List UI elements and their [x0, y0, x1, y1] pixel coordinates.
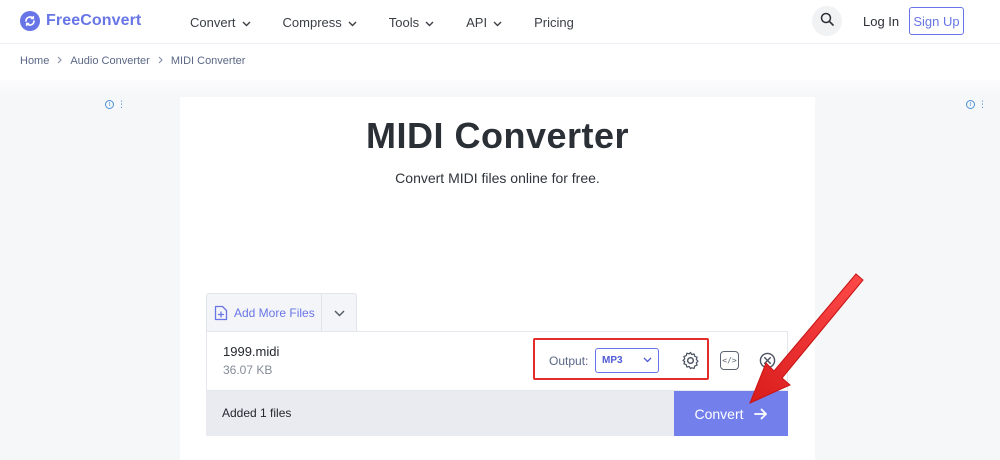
brand-logo[interactable]: FreeConvert [20, 11, 141, 31]
breadcrumb-home[interactable]: Home [20, 55, 49, 67]
nav-tools[interactable]: Tools [389, 15, 434, 30]
chevron-down-icon [242, 15, 251, 30]
logo-icon [20, 11, 40, 31]
main-nav: Convert Compress Tools API Pricing [190, 0, 606, 44]
page-subtitle: Convert MIDI files online for free. [395, 170, 600, 186]
nav-compress[interactable]: Compress [283, 15, 357, 30]
embed-code-button[interactable]: </> [720, 351, 739, 370]
ad-strip [0, 80, 1000, 96]
chevron-down-icon [493, 15, 502, 30]
search-button[interactable] [812, 6, 842, 36]
add-file-icon [214, 305, 228, 321]
page-title: MIDI Converter [365, 115, 630, 156]
code-icon: </> [722, 356, 737, 365]
annotation-arrow [749, 273, 864, 404]
chevron-right-icon [158, 55, 163, 67]
output-format-value: MP3 [602, 355, 623, 366]
chevron-down-icon [425, 15, 434, 30]
top-header: FreeConvert Convert Compress Tools API P… [0, 0, 1000, 44]
nav-tools-label: Tools [388, 14, 420, 30]
nav-api-label: API [466, 14, 488, 30]
nav-convert-label: Convert [190, 14, 236, 30]
breadcrumb-current: MIDI Converter [170, 55, 246, 67]
output-format-select[interactable]: MP3 [595, 348, 659, 373]
add-source-dropdown[interactable] [322, 294, 356, 331]
search-icon [820, 12, 834, 31]
login-link[interactable]: Log In [863, 14, 899, 29]
add-more-files-button[interactable]: Add More Files [207, 294, 322, 331]
ad-choices-icon[interactable]: i ⋮ [966, 99, 987, 110]
nav-convert[interactable]: Convert [190, 15, 251, 30]
convert-button-label: Convert [694, 405, 744, 422]
nav-pricing-label: Pricing [534, 14, 574, 30]
chevron-right-icon [57, 55, 63, 67]
gear-icon [681, 351, 700, 374]
nav-pricing[interactable]: Pricing [534, 15, 574, 30]
chevron-down-icon [643, 355, 652, 366]
output-label: Output: [549, 354, 589, 368]
file-name: 1999.midi [223, 344, 280, 359]
nav-compress-label: Compress [282, 14, 342, 30]
chevron-down-icon [333, 304, 345, 322]
add-more-files-group: Add More Files [206, 293, 357, 331]
breadcrumb-audio-converter[interactable]: Audio Converter [70, 55, 150, 67]
breadcrumb: Home Audio Converter MIDI Converter [20, 55, 245, 67]
ad-choices-icon[interactable]: i ⋮ [105, 99, 126, 110]
signup-button[interactable]: Sign Up [909, 7, 964, 35]
brand-name: FreeConvert [46, 12, 142, 29]
add-more-files-label: Add More Files [234, 305, 315, 320]
chevron-down-icon [348, 15, 357, 30]
settings-button[interactable] [681, 351, 700, 375]
nav-api[interactable]: API [466, 15, 502, 30]
added-files-status: Added 1 files [222, 406, 292, 420]
file-size: 36.07 KB [223, 363, 273, 377]
